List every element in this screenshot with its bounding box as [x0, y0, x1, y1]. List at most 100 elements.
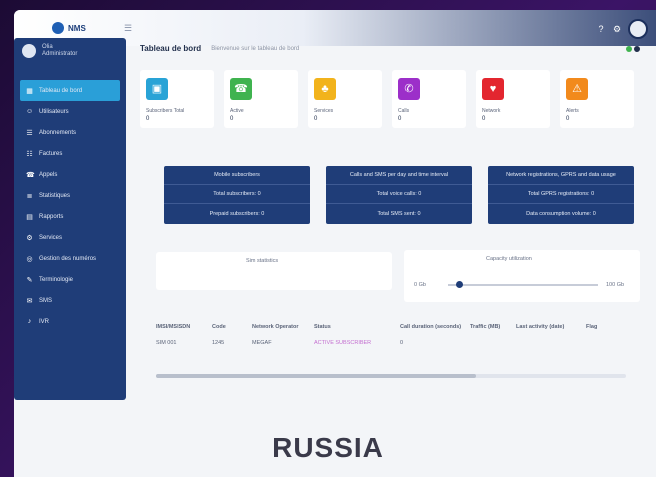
user-avatar-small: [22, 44, 36, 58]
subscription-icon: ☰: [26, 129, 33, 137]
sidebar-item[interactable]: ▦ Tableau de bord: [20, 80, 120, 101]
sms-icon: ✉: [26, 297, 33, 305]
stat-tile[interactable]: ▣ Subscribers Total 0: [140, 70, 214, 128]
sidebar-item[interactable]: ⚙ Services: [14, 227, 126, 248]
sidebar-menu: ▦ Tableau de bord ☺ Utilisateurs ☰ Abonnement…: [14, 80, 126, 332]
wifi-icon: ♥: [482, 78, 504, 100]
table-cell: 0: [400, 340, 404, 346]
tile-label: Calls: [398, 108, 410, 114]
tile-value: 0: [230, 116, 234, 122]
sidebar-item[interactable]: ☰ Abonnements: [14, 122, 126, 143]
tile-label: Services: [314, 108, 334, 114]
page-subtitle: Bienvenue sur le tableau de bord: [211, 45, 300, 52]
panel-title: Capacity utilization: [486, 256, 532, 262]
table-cell: [516, 340, 586, 346]
main-content: Tableau de bord Bienvenue sur le tableau…: [134, 38, 642, 418]
table-cell: [586, 340, 626, 346]
ivr-icon: ♪: [27, 318, 32, 325]
report-button[interactable]: Total subscribers: 0: [164, 185, 310, 204]
stat-tile[interactable]: ♥ Network 0: [476, 70, 550, 128]
column-header[interactable]: Traffic (MB): [470, 324, 516, 330]
topbar-actions: ? ⚙: [596, 19, 648, 39]
terms-icon: ✎: [26, 276, 33, 284]
sidebar-item-label: Gestion des numéros: [39, 255, 97, 262]
report-group: Calls and SMS per day and time interval T…: [326, 166, 472, 224]
report-button[interactable]: Prepaid subscribers: 0: [164, 204, 310, 223]
column-header[interactable]: Status: [314, 324, 400, 330]
sidebar-item-label: IVR: [39, 318, 50, 325]
status-dot-green: [626, 46, 632, 52]
sidebar-item-label: Factures: [39, 150, 63, 157]
stat-tile[interactable]: ⚠ Alerts 0: [560, 70, 634, 128]
sidebar-item[interactable]: ≣ Statistiques: [14, 185, 126, 206]
table-cell: ACTIVE SUBSCRIBER: [314, 340, 372, 346]
alert-icon: ⚠: [566, 78, 588, 100]
slider-handle[interactable]: [455, 281, 463, 288]
tile-value: 0: [566, 116, 570, 122]
service-icon: ⚙: [26, 234, 33, 242]
page-title: Tableau de bord: [140, 44, 202, 53]
sidebar-item[interactable]: ☷ Factures: [14, 143, 126, 164]
status-dot-dark: [634, 46, 640, 52]
report-button[interactable]: Total SMS sent: 0: [326, 204, 472, 223]
sidebar-item[interactable]: ▤ Rapports: [14, 206, 126, 227]
menu-toggle-icon[interactable]: ☰: [124, 23, 132, 34]
tile-label: Alerts: [566, 108, 579, 114]
report-button[interactable]: Network registrations, GPRS and data usa…: [488, 166, 634, 185]
tile-value: 0: [398, 116, 402, 122]
table-cell: [470, 340, 516, 346]
sidebar-item[interactable]: ☎ Appels: [14, 164, 126, 185]
stat-tile[interactable]: ☎ Active 0: [224, 70, 298, 128]
report-button[interactable]: Data consumption volume: 0: [488, 204, 634, 223]
user-avatar[interactable]: [628, 19, 648, 39]
report-icon: ▤: [26, 213, 33, 221]
sidebar-item-label: Terminologie: [39, 276, 74, 283]
user-role: Administrator: [42, 51, 78, 57]
app-logo[interactable]: NMS: [52, 22, 104, 34]
dashboard-icon: ▦: [26, 87, 33, 95]
table-cell: 1245: [212, 340, 225, 346]
capacity-slider[interactable]: [448, 281, 598, 288]
call-icon: ☎: [230, 78, 252, 100]
sidebar-item-label: Statistiques: [39, 192, 71, 199]
report-button[interactable]: Calls and SMS per day and time interval: [326, 166, 472, 185]
sidebar-item[interactable]: ◎ Gestion des numéros: [14, 248, 126, 269]
scrollbar-thumb[interactable]: [156, 374, 476, 378]
table-row[interactable]: SIM 001 1245 MEGAF ACTIVE SUBSCRIBER 0: [156, 340, 636, 346]
sidebar-item[interactable]: ✎ Terminologie: [14, 269, 126, 290]
tile-value: 0: [482, 116, 486, 122]
column-header[interactable]: Flag: [586, 324, 626, 330]
sidebar-user[interactable]: Olia Administrator: [22, 44, 77, 58]
sim-stats-panel: Sim statistics: [156, 252, 392, 290]
column-header[interactable]: Last activity (date): [516, 324, 586, 330]
help-icon[interactable]: ?: [596, 24, 606, 34]
caption-text: RUSSIA: [272, 432, 384, 463]
horizontal-scrollbar[interactable]: [156, 374, 626, 378]
stats-icon: ≣: [26, 192, 33, 200]
report-button[interactable]: Total voice calls: 0: [326, 185, 472, 204]
logo-mark-icon: [52, 22, 64, 34]
report-button[interactable]: Mobile subscribers: [164, 166, 310, 185]
table-cell: MEGAF: [252, 340, 272, 346]
numbers-icon: ◎: [26, 255, 33, 263]
sidebar: Olia Administrator ▦ Tableau de bord ☺ Util…: [14, 38, 126, 400]
phone-out-icon: ✆: [398, 78, 420, 100]
column-header[interactable]: IMSI/MSISDN: [156, 324, 212, 330]
settings-icon[interactable]: ⚙: [612, 24, 622, 34]
stat-tile[interactable]: ♣ Services 0: [308, 70, 382, 128]
column-header[interactable]: Call duration (seconds): [400, 324, 470, 330]
sidebar-item-label: Abonnements: [39, 129, 77, 136]
slider-min-label: 0 Gb: [414, 282, 426, 288]
sidebar-item[interactable]: ☺ Utilisateurs: [14, 101, 126, 122]
capacity-panel: Capacity utilization 0 Gb 100 Gb: [404, 250, 640, 302]
column-header[interactable]: Network Operator: [252, 324, 314, 330]
panel-title: Sim statistics: [246, 258, 279, 264]
sidebar-item[interactable]: ♪ IVR: [14, 311, 126, 332]
stat-tile[interactable]: ✆ Calls 0: [392, 70, 466, 128]
sidebar-item[interactable]: ✉ SMS: [14, 290, 126, 311]
tile-label: Network: [482, 108, 501, 114]
tile-label: Subscribers Total: [146, 108, 185, 114]
column-header[interactable]: Code: [212, 324, 252, 330]
sidebar-item-label: Rapports: [39, 213, 64, 220]
report-button[interactable]: Total GPRS registrations: 0: [488, 185, 634, 204]
